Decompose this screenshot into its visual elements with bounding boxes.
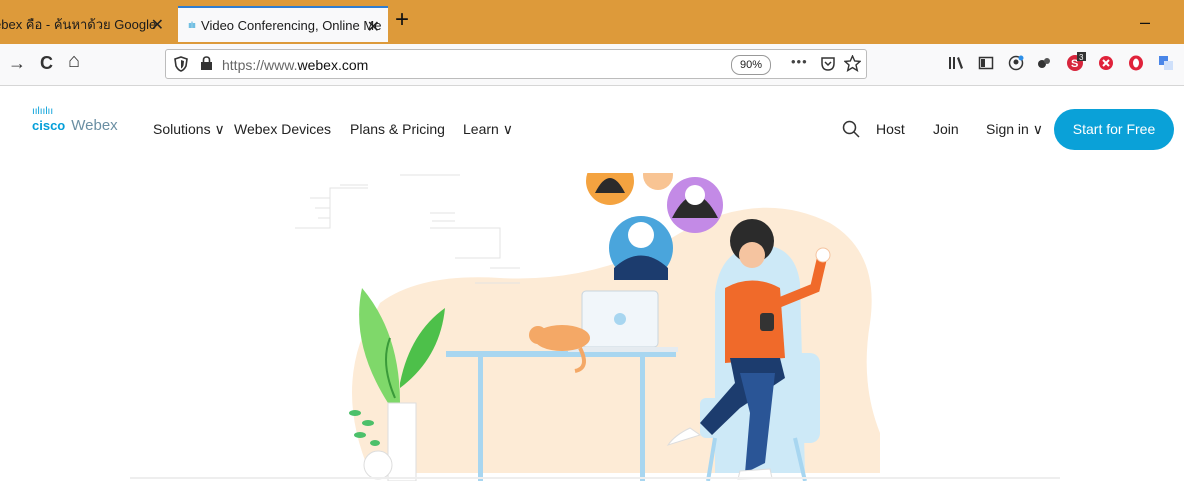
url-domain: webex.com [297, 57, 369, 73]
bookmark-star-icon[interactable] [844, 55, 861, 72]
start-for-free-button[interactable]: Start for Free [1054, 109, 1174, 150]
library-icon[interactable] [948, 55, 964, 71]
account-icon[interactable] [1008, 55, 1024, 71]
nav-solutions[interactable]: Solutions ∨ [153, 121, 225, 138]
search-icon[interactable] [842, 120, 860, 138]
close-icon[interactable]: ✕ [367, 17, 380, 37]
site-header: ıılıılıı cisco Webex Solutions ∨ Webex De… [0, 87, 1184, 173]
cisco-bars-icon: ıılıılıı [32, 106, 54, 117]
address-bar[interactable]: https://www.webex.com 90% ••• [165, 49, 867, 79]
extension-icon[interactable] [1036, 55, 1052, 71]
home-icon[interactable]: ⌂ [68, 50, 80, 73]
tab-google-search[interactable]: ebex คือ - ค้นหาด้วย Google ✕ [0, 6, 172, 42]
lock-icon[interactable] [200, 56, 213, 71]
shield-icon[interactable] [174, 56, 188, 72]
pocket-icon[interactable] [820, 56, 836, 72]
tab-title: ebex คือ - ค้นหาด้วย Google [0, 16, 157, 32]
url-text[interactable]: https://www.webex.com [222, 57, 368, 73]
nav-learn[interactable]: Learn ∨ [463, 121, 513, 138]
nav-webex-devices[interactable]: Webex Devices [234, 121, 331, 137]
translate-icon[interactable] [1158, 55, 1174, 71]
hero-illustration [0, 157, 1184, 482]
cisco-favicon-icon: ıılıı [188, 20, 196, 30]
tab-bar: ebex คือ - ค้นหาด้วย Google ✕ ıılıı Vide… [0, 0, 1184, 44]
cisco-webex-logo[interactable]: ıılıılıı cisco Webex [32, 107, 118, 135]
minimize-button[interactable]: – [1140, 12, 1150, 33]
blocker-icon[interactable] [1098, 55, 1114, 71]
page-actions-icon[interactable]: ••• [791, 54, 808, 69]
forward-icon[interactable]: → [8, 53, 26, 74]
hero-illustration-svg [130, 157, 1060, 482]
tab-title: Video Conferencing, Online Me [201, 17, 382, 33]
browser-toolbar: → C ⌂ https://www.webex.com 90% ••• S 3 [0, 44, 1184, 86]
nav-host[interactable]: Host [876, 121, 905, 137]
nav-sign-in[interactable]: Sign in ∨ [986, 121, 1043, 138]
reload-icon[interactable]: C [40, 53, 53, 74]
nav-join[interactable]: Join [933, 121, 959, 137]
new-tab-button[interactable]: + [395, 6, 409, 34]
url-prefix: https://www. [222, 57, 298, 73]
sidebar-icon[interactable] [978, 55, 994, 71]
stylish-extension-icon[interactable]: S 3 [1066, 52, 1086, 72]
svg-text:3: 3 [1079, 53, 1084, 62]
zoom-level[interactable]: 90% [731, 55, 771, 75]
nav-plans-pricing[interactable]: Plans & Pricing [350, 121, 445, 137]
close-icon[interactable]: ✕ [151, 15, 164, 35]
opera-icon[interactable] [1128, 55, 1144, 71]
tab-webex[interactable]: ıılıı Video Conferencing, Online Me ✕ [178, 6, 388, 42]
product-name: Webex [71, 117, 118, 134]
brand-name: cisco [32, 118, 66, 133]
